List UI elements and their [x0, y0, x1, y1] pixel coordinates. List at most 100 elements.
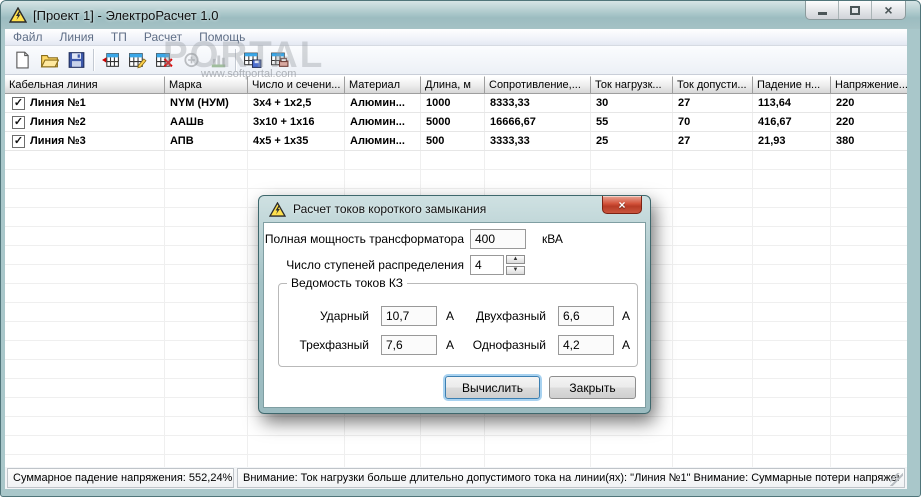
menu-line[interactable]: Линия	[60, 30, 94, 44]
col-mark[interactable]: Марка	[165, 76, 248, 94]
app-warning-triangle-icon	[9, 7, 27, 23]
line-name: Линия №1	[30, 97, 86, 109]
col-voltage[interactable]: Напряжение...	[831, 76, 907, 94]
col-allowed-current[interactable]: Ток допусти...	[673, 76, 753, 94]
two-phase-input[interactable]	[558, 306, 614, 326]
table-add-icon	[102, 53, 119, 67]
cell-length: 5000	[421, 113, 485, 131]
window-title: [Проект 1] - ЭлектроРасчет 1.0	[33, 7, 219, 23]
col-material[interactable]: Материал	[345, 76, 421, 94]
close-dialog-button[interactable]: Закрыть	[549, 376, 636, 399]
three-phase-input[interactable]	[381, 335, 437, 355]
kz-groupbox: Ведомость токов КЗ Ударный А Двухфазный …	[278, 276, 638, 367]
close-icon: ×	[884, 2, 893, 18]
chart-button[interactable]	[205, 48, 232, 72]
one-phase-unit: А	[622, 338, 631, 352]
one-phase-input[interactable]	[558, 335, 614, 355]
cell-material: Алюмин...	[345, 94, 421, 112]
toolbar-separator	[235, 49, 236, 71]
menu-help[interactable]: Помощь	[199, 30, 245, 44]
print-table-button[interactable]	[266, 48, 293, 72]
line-name: Линия №3	[30, 135, 86, 147]
menu-file[interactable]: Файл	[13, 30, 43, 44]
cell-mark: ААШв	[165, 113, 248, 131]
open-folder-icon	[40, 54, 59, 68]
chart-icon	[211, 55, 226, 68]
cell-material: Алюмин...	[345, 113, 421, 131]
power-unit: кВА	[542, 232, 563, 246]
resize-grip[interactable]	[890, 473, 903, 486]
add-line-button[interactable]	[97, 48, 124, 72]
title-bar: [Проект 1] - ЭлектроРасчет 1.0 ×	[1, 1, 920, 29]
table-export-icon	[244, 52, 262, 68]
new-document-icon	[16, 51, 29, 69]
table-print-icon	[271, 52, 289, 67]
steps-spinner: ▲ ▼	[506, 255, 525, 275]
cell-length: 1000	[421, 94, 485, 112]
window-controls: ×	[805, 1, 906, 20]
table-row[interactable]: ✓ Линия №1 NYM (НУМ) 3x4 + 1x2,5 Алюмин..…	[5, 94, 907, 113]
maximize-button[interactable]	[839, 1, 872, 19]
status-voltage-drop: Суммарное падение напряжения: 552,24%	[7, 468, 234, 488]
cell-voltage-drop: 21,93	[753, 132, 831, 150]
col-cable-line[interactable]: Кабельная линия	[5, 76, 165, 94]
cell-load-current: 25	[591, 132, 673, 150]
col-length[interactable]: Длина, м	[421, 76, 485, 94]
cell-mark: NYM (НУМ)	[165, 94, 248, 112]
cell-allowed-current: 27	[673, 132, 753, 150]
calculate-dialog-button[interactable]: Вычислить	[445, 376, 540, 399]
col-load-current[interactable]: Ток нагрузк...	[591, 76, 673, 94]
line-name: Линия №2	[30, 116, 86, 128]
col-resistance[interactable]: Сопротивление,...	[485, 76, 591, 94]
col-section[interactable]: Число и сечени...	[248, 76, 345, 94]
steps-label: Число ступеней распределения	[286, 258, 464, 272]
cell-voltage: 220	[836, 97, 855, 109]
minimize-icon	[817, 11, 827, 15]
one-phase-label: Однофазный	[472, 338, 546, 352]
cell-voltage: 380	[836, 135, 855, 147]
dialog-title: Расчет токов короткого замыкания	[293, 202, 487, 216]
table-row[interactable]: ✓ Линия №3 АПВ 4x5 + 1x35 Алюмин... 500 3…	[5, 132, 907, 151]
cell-material: Алюмин...	[345, 132, 421, 150]
close-button[interactable]: ×	[872, 1, 905, 19]
menu-calc[interactable]: Расчет	[144, 30, 182, 44]
dialog-title-bar: Расчет токов короткого замыкания	[259, 196, 650, 222]
spinner-down-button[interactable]: ▼	[506, 266, 525, 275]
dialog-body: Полная мощность трансформатора кВА Число…	[263, 222, 646, 408]
menu-bar: Файл Линия ТП Расчет Помощь	[5, 29, 907, 46]
dialog-warning-triangle-icon	[269, 201, 286, 217]
export-table-button[interactable]	[239, 48, 266, 72]
power-input[interactable]	[470, 229, 526, 249]
minimize-button[interactable]	[806, 1, 839, 19]
edit-line-button[interactable]	[124, 48, 151, 72]
table-header: Кабельная линия Марка Число и сечени... …	[5, 76, 907, 94]
status-warning: Внимание: Ток нагрузки больше длительно …	[237, 468, 905, 488]
cell-resistance: 16666,67	[485, 113, 591, 131]
short-circuit-dialog: Расчет токов короткого замыкания × Полна…	[258, 195, 651, 414]
toolbar	[5, 46, 907, 75]
dialog-close-button[interactable]: ×	[602, 196, 642, 214]
save-floppy-icon	[68, 52, 85, 68]
table-edit-icon	[129, 53, 147, 69]
cell-length: 500	[421, 132, 485, 150]
row-checkbox[interactable]: ✓	[12, 134, 25, 148]
menu-tp[interactable]: ТП	[111, 30, 127, 44]
calculate-button[interactable]	[178, 48, 205, 72]
steps-input[interactable]	[470, 255, 504, 275]
shock-input[interactable]	[381, 306, 437, 326]
table-row[interactable]: ✓ Линия №2 ААШв 3x10 + 1x16 Алюмин... 500…	[5, 113, 907, 132]
col-voltage-drop[interactable]: Падение н...	[753, 76, 831, 94]
power-label: Полная мощность трансформатора	[264, 232, 464, 246]
save-project-button[interactable]	[63, 48, 90, 72]
main-window: [Проект 1] - ЭлектроРасчет 1.0 × Файл Ли…	[0, 0, 921, 497]
new-document-button[interactable]	[9, 48, 36, 72]
spinner-up-button[interactable]: ▲	[506, 255, 525, 264]
cell-load-current: 30	[591, 94, 673, 112]
cell-voltage-drop: 113,64	[753, 94, 831, 112]
row-checkbox[interactable]: ✓	[12, 115, 25, 129]
row-checkbox[interactable]: ✓	[12, 96, 25, 110]
open-project-button[interactable]	[36, 48, 63, 72]
delete-line-button[interactable]	[151, 48, 178, 72]
cell-section: 3x10 + 1x16	[248, 113, 345, 131]
three-phase-label: Трехфазный	[299, 338, 369, 352]
